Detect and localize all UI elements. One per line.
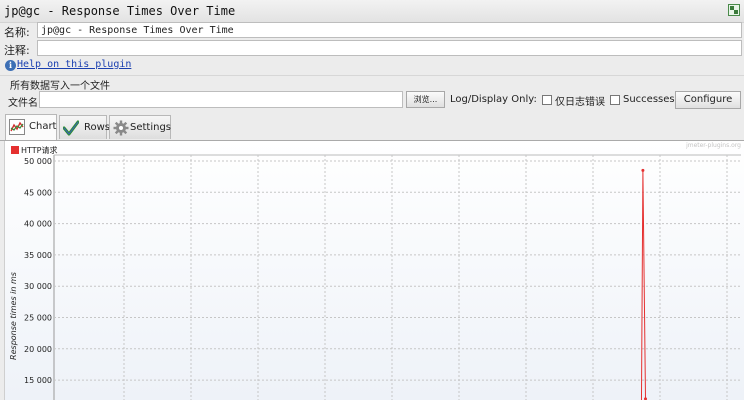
tab-settings[interactable]: Settings <box>109 115 171 139</box>
help-link[interactable]: Help on this plugin <box>17 59 131 70</box>
name-row: 名称: jp@gc - Response Times Over Time <box>0 22 744 39</box>
tab-chart-label: Chart <box>29 121 57 132</box>
title-bar: jp@gc - Response Times Over Time <box>0 0 744 23</box>
checkmark-icon <box>63 120 79 136</box>
file-section: 所有数据写入一个文件 文件名 浏览... Log/Display Only: 仅… <box>0 75 744 112</box>
tab-settings-label: Settings <box>130 122 172 133</box>
chart-canvas: HTTP请求 jmeter-plugins.org 50 000 45 000 40 0… <box>9 142 741 400</box>
y-tick-label: 25 000 <box>24 314 52 323</box>
info-icon: i <box>5 60 16 71</box>
series-line-http <box>640 170 646 400</box>
tab-rows[interactable]: Rows <box>59 115 111 139</box>
legend-swatch <box>11 146 19 154</box>
successes-label: Successes <box>623 94 675 105</box>
tab-bar: Chart Rows Settings <box>0 113 744 141</box>
filename-label: 文件名 <box>8 98 38 109</box>
y-axis-label: Response times in ms <box>9 272 18 360</box>
y-tick-label: 50 000 <box>24 157 52 166</box>
y-tick-label: 20 000 <box>24 345 52 354</box>
tab-chart[interactable]: Chart <box>5 114 57 140</box>
log-display-label: Log/Display Only: <box>450 94 537 105</box>
y-tick-label: 45 000 <box>24 188 52 197</box>
errors-only-checkbox[interactable] <box>542 95 552 105</box>
successes-checkbox[interactable] <box>610 95 620 105</box>
gear-icon <box>113 120 129 136</box>
tab-rows-label: Rows <box>84 122 111 133</box>
legend-label: HTTP请求 <box>21 145 57 155</box>
errors-only-label: 仅日志错误 <box>555 97 605 108</box>
expand-icon[interactable] <box>728 4 740 16</box>
window-title: jp@gc - Response Times Over Time <box>4 4 236 18</box>
configure-button[interactable]: Configure <box>675 91 741 109</box>
data-point <box>641 168 645 172</box>
help-row: i Help on this plugin <box>0 58 744 74</box>
y-tick-label: 30 000 <box>24 282 52 291</box>
comment-label: 注释: <box>4 44 30 57</box>
browse-button[interactable]: 浏览... <box>406 91 445 108</box>
name-label: 名称: <box>4 26 30 39</box>
y-tick-label: 40 000 <box>24 220 52 229</box>
filename-input[interactable] <box>39 91 403 108</box>
watermark: jmeter-plugins.org <box>685 142 741 149</box>
response-times-chart: HTTP请求 jmeter-plugins.org 50 000 45 000 40 0… <box>4 141 744 400</box>
chart-icon <box>9 119 25 135</box>
file-section-title: 所有数据写入一个文件 <box>10 81 110 92</box>
y-tick-label: 15 000 <box>24 376 52 385</box>
y-tick-label: 35 000 <box>24 251 52 260</box>
comment-input[interactable] <box>37 40 742 56</box>
name-input[interactable]: jp@gc - Response Times Over Time <box>37 22 742 38</box>
comment-row: 注释: <box>0 40 744 57</box>
